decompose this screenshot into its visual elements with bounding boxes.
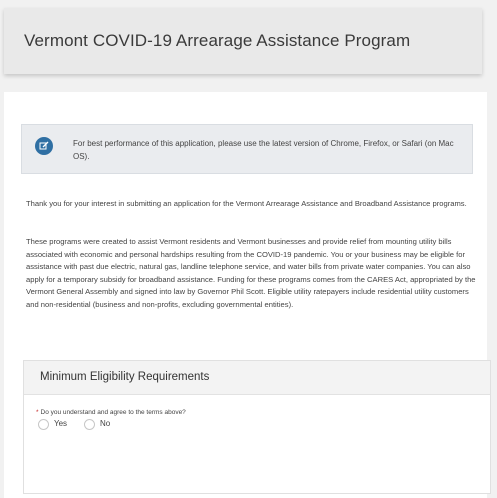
required-marker: * xyxy=(36,409,39,416)
eligibility-header: Minimum Eligibility Requirements xyxy=(24,361,490,395)
terms-question-text: Do you understand and agree to the terms… xyxy=(40,409,186,416)
eligibility-section: Minimum Eligibility Requirements * Do you… xyxy=(23,360,491,494)
radio-yes-circle[interactable] xyxy=(38,419,49,430)
program-description: These programs were created to assist Ve… xyxy=(26,237,476,309)
edit-icon xyxy=(35,137,53,155)
intro-paragraph: Thank you for your interest in submittin… xyxy=(26,199,467,208)
app-header: Vermont COVID-19 Arrearage Assistance Pr… xyxy=(4,8,482,74)
radio-yes-label: Yes xyxy=(54,419,68,428)
radio-no-circle[interactable] xyxy=(84,419,95,430)
browser-notice: For best performance of this application… xyxy=(21,124,473,174)
terms-question: * Do you understand and agree to the term… xyxy=(36,409,186,416)
page-title: Vermont COVID-19 Arrearage Assistance Pr… xyxy=(24,31,411,50)
application-card: For best performance of this application… xyxy=(4,92,491,498)
eligibility-title: Minimum Eligibility Requirements xyxy=(40,371,210,383)
notice-text: For best performance of this application… xyxy=(73,139,454,161)
radio-no-label: No xyxy=(100,419,111,428)
